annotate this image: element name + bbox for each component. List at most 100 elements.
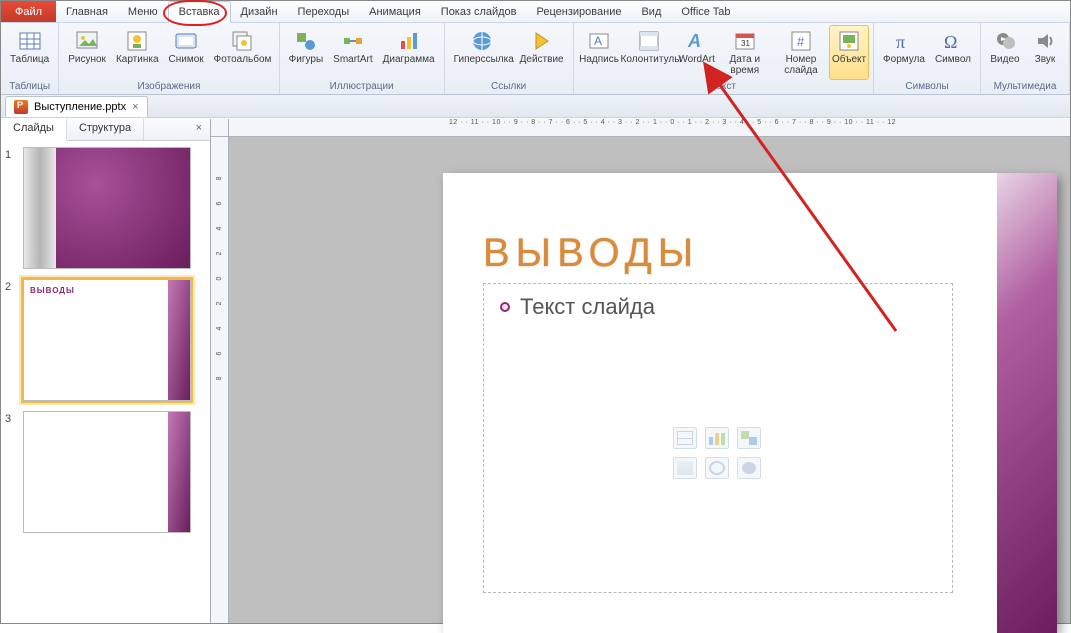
slide-thumbnail-1[interactable] [23,147,191,269]
video-icon [991,28,1019,54]
file-tab[interactable]: Файл [1,1,56,22]
picture-button[interactable]: Рисунок [63,25,111,80]
slide-accent-strip [997,173,1057,633]
slide[interactable]: ВЫВОДЫ Текст слайда [443,173,1057,633]
thumb-number: 2 [5,279,23,401]
thumb-number: 1 [5,147,23,269]
button-label: Фигуры [289,54,323,65]
svg-text:31: 31 [741,39,750,48]
tab-design[interactable]: Дизайн [231,1,288,22]
ribbon-group: Фигуры SmartArt ДиаграммаИллюстрации [280,23,445,94]
symbol-button[interactable]: ΩСимвол [930,25,976,80]
table-button[interactable]: Таблица [5,25,54,80]
tab-officetab[interactable]: Office Tab [671,1,740,22]
side-tab-outline[interactable]: Структура [67,119,144,140]
screenshot-button[interactable]: Снимок [164,25,209,80]
group-label: Иллюстрации [284,80,440,94]
button-label: Таблица [10,54,49,65]
tab-menu[interactable]: Меню [118,1,168,22]
thumb-row[interactable]: 3 [5,411,206,533]
headerfooter-button[interactable]: Колонтитулы [620,25,676,80]
clipart-button[interactable]: Картинка [111,25,164,80]
group-label: Изображения [63,80,274,94]
table-icon [16,28,44,54]
button-label: WordArt [678,54,715,65]
ribbon: ТаблицаТаблицыРисунок Картинка Снимок Фотоа… [1,23,1070,95]
equation-button[interactable]: πФормула [878,25,930,80]
content-placeholder[interactable]: Текст слайда [483,283,953,593]
svg-text:Ω: Ω [944,32,957,52]
object-button[interactable]: Объект [829,25,869,80]
tab-insert[interactable]: Вставка [168,1,231,23]
button-label: SmartArt [333,54,372,65]
slide-thumbnail-3[interactable] [23,411,191,533]
tab-view[interactable]: Вид [631,1,671,22]
ribbon-group: ТаблицаТаблицы [1,23,59,94]
svg-text:#: # [797,34,805,49]
document-tab[interactable]: Выступление.pptx × [5,96,148,117]
tab-slideshow[interactable]: Показ слайдов [431,1,527,22]
album-button[interactable]: Фотоальбом [209,25,275,80]
chart-icon [395,28,423,54]
picture-icon [73,28,101,54]
smartart-button[interactable]: SmartArt [328,25,377,80]
content-insert-icons[interactable] [673,427,763,479]
slide-thumbnails: 1 2 ВЫВОДЫ 3 [1,141,210,623]
button-label: Колонтитулы [621,54,677,65]
group-label: Мультимедиа [985,80,1065,94]
vertical-ruler: 864202468 [211,137,229,623]
powerpoint-icon [14,100,28,114]
audio-icon [1031,28,1059,54]
hyperlink-button[interactable]: Гиперссылка [449,25,515,80]
audio-button[interactable]: Звук [1025,25,1065,80]
side-tab-slides[interactable]: Слайды [1,119,67,141]
symbol-icon: Ω [939,28,967,54]
insert-picture-icon[interactable] [673,457,697,479]
chart-button[interactable]: Диаграмма [378,25,440,80]
wordart-icon: A [683,28,711,54]
side-panel-tabs: Слайды Структура × [1,119,210,141]
svg-text:A: A [687,31,701,51]
headerfooter-icon [635,28,663,54]
thumb-row[interactable]: 1 [5,147,206,269]
button-label: Звук [1035,54,1056,65]
tab-review[interactable]: Рецензирование [527,1,632,22]
button-label: Картинка [116,54,159,65]
tab-home[interactable]: Главная [56,1,118,22]
object-icon [835,28,863,54]
close-icon[interactable]: × [132,101,138,113]
button-label: Гиперссылка [454,54,510,65]
action-icon [528,28,556,54]
video-button[interactable]: Видео [985,25,1025,80]
shapes-button[interactable]: Фигуры [284,25,328,80]
textbox-icon: A [585,28,613,54]
button-label: Снимок [169,54,204,65]
document-filename: Выступление.pptx [34,101,126,113]
ribbon-group: AНадписьКолонтитулы A WordArt31Дата и врем… [574,23,874,94]
insert-media-icon[interactable] [737,457,761,479]
button-label: Видео [990,54,1019,65]
slidenum-button[interactable]: #Номер слайда [773,25,829,80]
insert-smartart-icon[interactable] [737,427,761,449]
document-tab-bar: Выступление.pptx × [1,95,1070,118]
button-label: Объект [832,54,866,65]
insert-table-icon[interactable] [673,427,697,449]
textbox-button[interactable]: AНадпись [578,25,621,80]
action-button[interactable]: Действие [515,25,569,80]
tab-transitions[interactable]: Переходы [288,1,360,22]
ribbon-group: Видео Звук Мультимедиа [981,23,1070,94]
slide-title[interactable]: ВЫВОДЫ [483,231,699,276]
clipart-icon [123,28,151,54]
ribbon-group: Рисунок Картинка Снимок ФотоальбомИзображен… [59,23,279,94]
thumb-number: 3 [5,411,23,533]
insert-clipart-icon[interactable] [705,457,729,479]
slide-thumbnail-2[interactable]: ВЫВОДЫ [23,279,191,401]
tab-animation[interactable]: Анимация [359,1,431,22]
side-panel-close-icon[interactable]: × [188,119,210,140]
screenshot-icon [172,28,200,54]
wordart-button[interactable]: A WordArt [677,25,717,80]
ribbon-tabs: Файл Главная Меню Вставка Дизайн Переход… [1,1,1070,23]
thumb-row[interactable]: 2 ВЫВОДЫ [5,279,206,401]
insert-chart-icon[interactable] [705,427,729,449]
datetime-button[interactable]: 31Дата и время [717,25,773,80]
